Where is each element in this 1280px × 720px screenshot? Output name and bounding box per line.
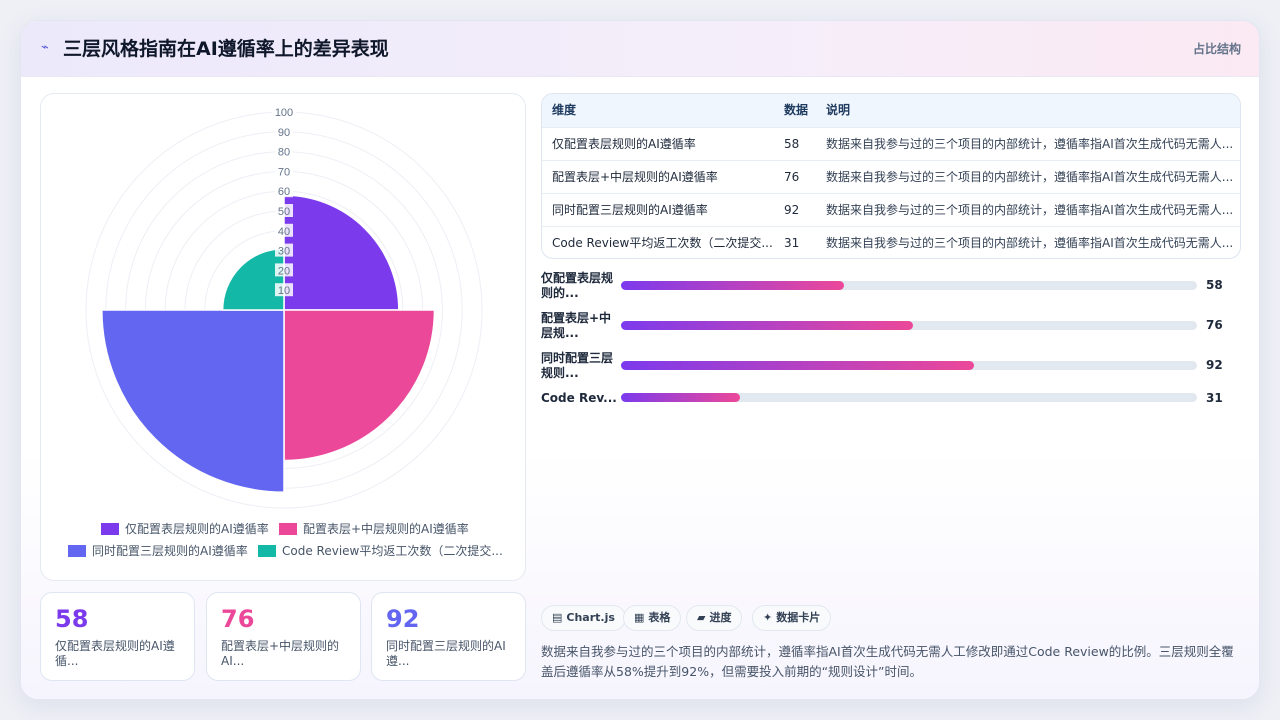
legend-swatch-pink <box>279 523 297 535</box>
table-row: Code Review平均返工次数（二次提交... 31 数据来自我参与过的三个… <box>542 226 1240 258</box>
table-row: 同时配置三层规则的AI遵循率 92 数据来自我参与过的三个项目的内部统计，遵循率… <box>542 193 1240 226</box>
stat-value: 76 <box>221 605 255 633</box>
table-cell: Code Review平均返工次数（二次提交... <box>552 236 773 250</box>
progress-label: 同时配置三层规则... <box>541 351 614 380</box>
sparkle-icon: ✦ <box>763 611 773 624</box>
progress-track <box>621 393 1197 402</box>
chip-label: 表格 <box>648 611 671 624</box>
chip-label: Chart.js <box>566 611 615 624</box>
stat-label: 仅配置表层规则的AI遵循... <box>55 639 175 668</box>
progress-value: 76 <box>1206 318 1223 332</box>
polar-sector <box>101 309 285 493</box>
chip-data-card[interactable]: ✦ 数据卡片 <box>752 605 832 631</box>
stat-label: 同时配置三层规则的AI遵... <box>386 639 506 668</box>
table-header-cell: 维度 <box>552 103 577 117</box>
data-table: 维度 数据 说明 仅配置表层规则的AI遵循率 58 数据来自我参与过的三个项目的… <box>541 93 1241 259</box>
tick-label: 30 <box>278 246 290 258</box>
table-cell: 76 <box>784 170 800 184</box>
table-cell: 数据来自我参与过的三个项目的内部统计，遵循率指AI首次生成代码无需人... <box>826 203 1234 217</box>
table-cell: 仅配置表层规则的AI遵循率 <box>552 137 696 151</box>
table-cell: 数据来自我参与过的三个项目的内部统计，遵循率指AI首次生成代码无需人... <box>826 137 1234 151</box>
stat-card-1: 76 配置表层+中层规则的AI... <box>206 592 361 681</box>
polar-sector <box>283 309 436 462</box>
polar-sector <box>221 247 285 311</box>
polar-area-chart: 10 20 30 40 50 60 70 80 90 100 <box>85 105 483 509</box>
table-row: 仅配置表层规则的AI遵循率 58 数据来自我参与过的三个项目的内部统计，遵循率指… <box>542 127 1240 160</box>
chip-table[interactable]: ▦ 表格 <box>623 605 682 631</box>
table-cell: 配置表层+中层规则的AI遵循率 <box>552 170 718 184</box>
legend-swatch-teal <box>258 545 276 557</box>
dashboard-card: ⌁ 三层风格指南在AI遵循率上的差异表现 占比结构 10 20 30 40 50 60 70… <box>20 20 1260 700</box>
progress-track <box>621 361 1197 370</box>
tick-label: 90 <box>278 127 290 139</box>
sparkline-icon: ⌁ <box>41 40 49 55</box>
progress-fill <box>621 361 975 370</box>
progress-fill <box>621 393 741 402</box>
progress-value: 92 <box>1206 358 1223 372</box>
stat-value: 58 <box>55 605 89 633</box>
progress-fill <box>621 281 844 290</box>
table-cell: 数据来自我参与过的三个项目的内部统计，遵循率指AI首次生成代码无需人... <box>826 170 1234 184</box>
progress-value: 58 <box>1206 278 1223 292</box>
legend-label: 配置表层+中层规则的AI遵循率 <box>303 522 469 536</box>
tick-label: 70 <box>278 166 290 178</box>
table-cell: 31 <box>784 236 800 250</box>
tick-label: 80 <box>278 147 290 159</box>
legend-swatch-indigo <box>68 545 86 557</box>
polar-chart-panel: 10 20 30 40 50 60 70 80 90 100 仅配置表层规则的AI遵循率 配置表层… <box>40 93 526 581</box>
table-cell: 数据来自我参与过的三个项目的内部统计，遵循率指AI首次生成代码无需人... <box>826 236 1234 250</box>
legend-label: 同时配置三层规则的AI遵循率 <box>92 544 248 558</box>
stat-label: 配置表层+中层规则的AI... <box>221 639 340 668</box>
chip-label: 数据卡片 <box>776 611 821 624</box>
header-bar: ⌁ 三层风格指南在AI遵循率上的差异表现 占比结构 <box>21 21 1259 77</box>
tick-label: 20 <box>278 265 290 277</box>
table-cell: 92 <box>784 203 800 217</box>
tick-label: 60 <box>278 186 290 198</box>
tick-label: 50 <box>278 206 290 218</box>
chip-label: 进度 <box>709 611 732 624</box>
table-row: 配置表层+中层规则的AI遵循率 76 数据来自我参与过的三个项目的内部统计，遵循… <box>542 160 1240 193</box>
progress-icon: ▰ <box>697 611 706 624</box>
progress-track <box>621 321 1197 330</box>
tick-label: 10 <box>278 285 290 297</box>
table-cell: 58 <box>784 137 800 151</box>
stat-value: 92 <box>386 605 420 633</box>
progress-label: Code Rev... <box>541 391 617 405</box>
progress-label: 仅配置表层规则的... <box>541 271 614 300</box>
table-header-row: 维度 数据 说明 <box>542 94 1240 127</box>
legend-swatch-violet <box>101 523 119 535</box>
page-title: 三层风格指南在AI遵循率上的差异表现 <box>63 38 389 60</box>
stat-card-2: 92 同时配置三层规则的AI遵... <box>371 592 526 681</box>
table-cell: 同时配置三层规则的AI遵循率 <box>552 203 708 217</box>
progress-fill <box>621 321 913 330</box>
legend-row-1: 仅配置表层规则的AI遵循率 配置表层+中层规则的AI遵循率 <box>41 520 527 538</box>
progress-value: 31 <box>1206 391 1223 405</box>
footnote: 数据来自我参与过的三个项目的内部统计，遵循率指AI首次生成代码无需人工修改即通过… <box>541 644 1234 679</box>
stat-card-0: 58 仅配置表层规则的AI遵循... <box>40 592 195 681</box>
table-header-cell: 数据 <box>784 103 809 117</box>
chip-progress[interactable]: ▰ 进度 <box>686 605 743 631</box>
table-icon: ▦ <box>634 611 645 624</box>
progress-track <box>621 281 1197 290</box>
legend-label: Code Review平均返工次数（二次提交... <box>282 544 503 558</box>
table-header-cell: 说明 <box>826 103 851 117</box>
legend-label: 仅配置表层规则的AI遵循率 <box>125 522 269 536</box>
polar-sector <box>283 194 400 311</box>
progress-label: 配置表层+中层规... <box>541 311 612 340</box>
chip-chartjs[interactable]: ▤ Chart.js <box>541 605 626 631</box>
legend-row-2: 同时配置三层规则的AI遵循率 Code Review平均返工次数（二次提交... <box>41 542 527 560</box>
tick-label: 100 <box>275 107 293 119</box>
progress-bars: 仅配置表层规则的... 58 配置表层+中层规... 76 同时配置三层规则..… <box>541 271 1241 431</box>
tick-label: 40 <box>278 226 290 238</box>
header-tag: 占比结构 <box>1192 42 1241 56</box>
chart-icon: ▤ <box>552 611 563 624</box>
